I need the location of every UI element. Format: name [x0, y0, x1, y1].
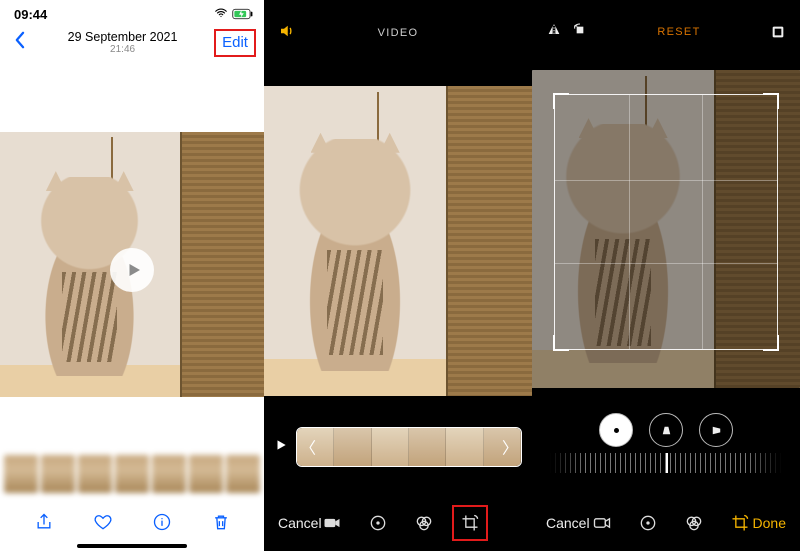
timeline-play-button[interactable] — [274, 438, 288, 457]
edit-button[interactable]: Edit — [222, 34, 248, 51]
video-timeline — [274, 425, 522, 469]
cancel-button[interactable]: Cancel — [546, 515, 590, 531]
adjust-tool-icon[interactable] — [638, 513, 658, 533]
aspect-ratio-button[interactable] — [770, 24, 786, 40]
crop-handle-tr[interactable] — [763, 93, 779, 109]
home-indicator[interactable] — [77, 544, 187, 548]
filters-tool-icon[interactable] — [414, 513, 434, 533]
thumb[interactable] — [78, 455, 112, 493]
thumb[interactable] — [115, 455, 149, 493]
crop-tool-highlight — [452, 505, 488, 541]
photos-detail-screen: 09:44 29 September 2021 21:46 Edit — [0, 0, 264, 551]
video-canvas[interactable] — [264, 86, 532, 396]
delete-button[interactable] — [211, 512, 231, 537]
crop-handle-bl[interactable] — [553, 335, 569, 351]
rotation-dial[interactable] — [550, 453, 782, 473]
crop-canvas[interactable] — [532, 70, 800, 388]
thumbnail-strip[interactable] — [0, 455, 264, 493]
trim-scrubber[interactable] — [296, 427, 522, 467]
crop-handle-tl[interactable] — [553, 93, 569, 109]
vertical-perspective-button[interactable] — [649, 413, 683, 447]
cancel-button[interactable]: Cancel — [278, 515, 322, 531]
edit-button-highlight: Edit — [214, 29, 256, 57]
info-button[interactable] — [152, 512, 172, 537]
photo-date: 29 September 2021 — [68, 31, 178, 45]
crop-edit-screen: RESET Cancel — [532, 0, 800, 551]
edit-mode-label: VIDEO — [296, 27, 500, 39]
thumb[interactable] — [189, 455, 223, 493]
volume-button[interactable] — [278, 22, 296, 43]
filters-tool-icon[interactable] — [684, 513, 704, 533]
straighten-button[interactable] — [599, 413, 633, 447]
battery-icon — [232, 7, 254, 23]
status-time: 09:44 — [14, 7, 47, 22]
crop-handle-br[interactable] — [763, 335, 779, 351]
done-button[interactable]: Done — [753, 515, 786, 531]
favorite-button[interactable] — [93, 512, 113, 537]
flip-button[interactable] — [546, 22, 562, 41]
thumb[interactable] — [226, 455, 260, 493]
crop-top-left-icons — [546, 22, 588, 41]
perspective-buttons — [532, 413, 800, 447]
video-tool-icon[interactable] — [322, 513, 342, 533]
status-bar: 09:44 — [0, 0, 264, 25]
crop-tool-icon[interactable] — [460, 513, 480, 533]
share-button[interactable] — [34, 512, 54, 537]
crop-topbar: RESET — [532, 0, 800, 45]
status-right — [214, 6, 254, 23]
edit-toolrow: Cancel — [264, 513, 532, 533]
adjust-tool-icon[interactable] — [368, 513, 388, 533]
crop-toolrow: Cancel Done — [532, 513, 800, 533]
crop-rectangle[interactable] — [554, 94, 778, 350]
crop-tool-icon[interactable] — [730, 513, 750, 533]
reset-button[interactable]: RESET — [588, 26, 770, 38]
rotate-button[interactable] — [572, 22, 588, 41]
edit-topbar: VIDEO — [264, 0, 532, 47]
play-button[interactable] — [110, 248, 154, 292]
thumb[interactable] — [41, 455, 75, 493]
video-edit-screen: VIDEO Cancel — [264, 0, 532, 551]
wifi-icon — [214, 6, 228, 23]
date-title: 29 September 2021 21:46 — [68, 31, 178, 56]
edit-tool-icons — [590, 513, 753, 533]
thumb[interactable] — [152, 455, 186, 493]
photo-time: 21:46 — [68, 44, 178, 55]
horizontal-perspective-button[interactable] — [699, 413, 733, 447]
nav-bar: 29 September 2021 21:46 Edit — [0, 25, 264, 65]
thumb[interactable] — [4, 455, 38, 493]
video-tool-icon[interactable] — [592, 513, 612, 533]
edit-tool-icons — [322, 513, 480, 533]
bottom-toolbar — [0, 512, 264, 537]
back-button[interactable] — [8, 31, 31, 55]
